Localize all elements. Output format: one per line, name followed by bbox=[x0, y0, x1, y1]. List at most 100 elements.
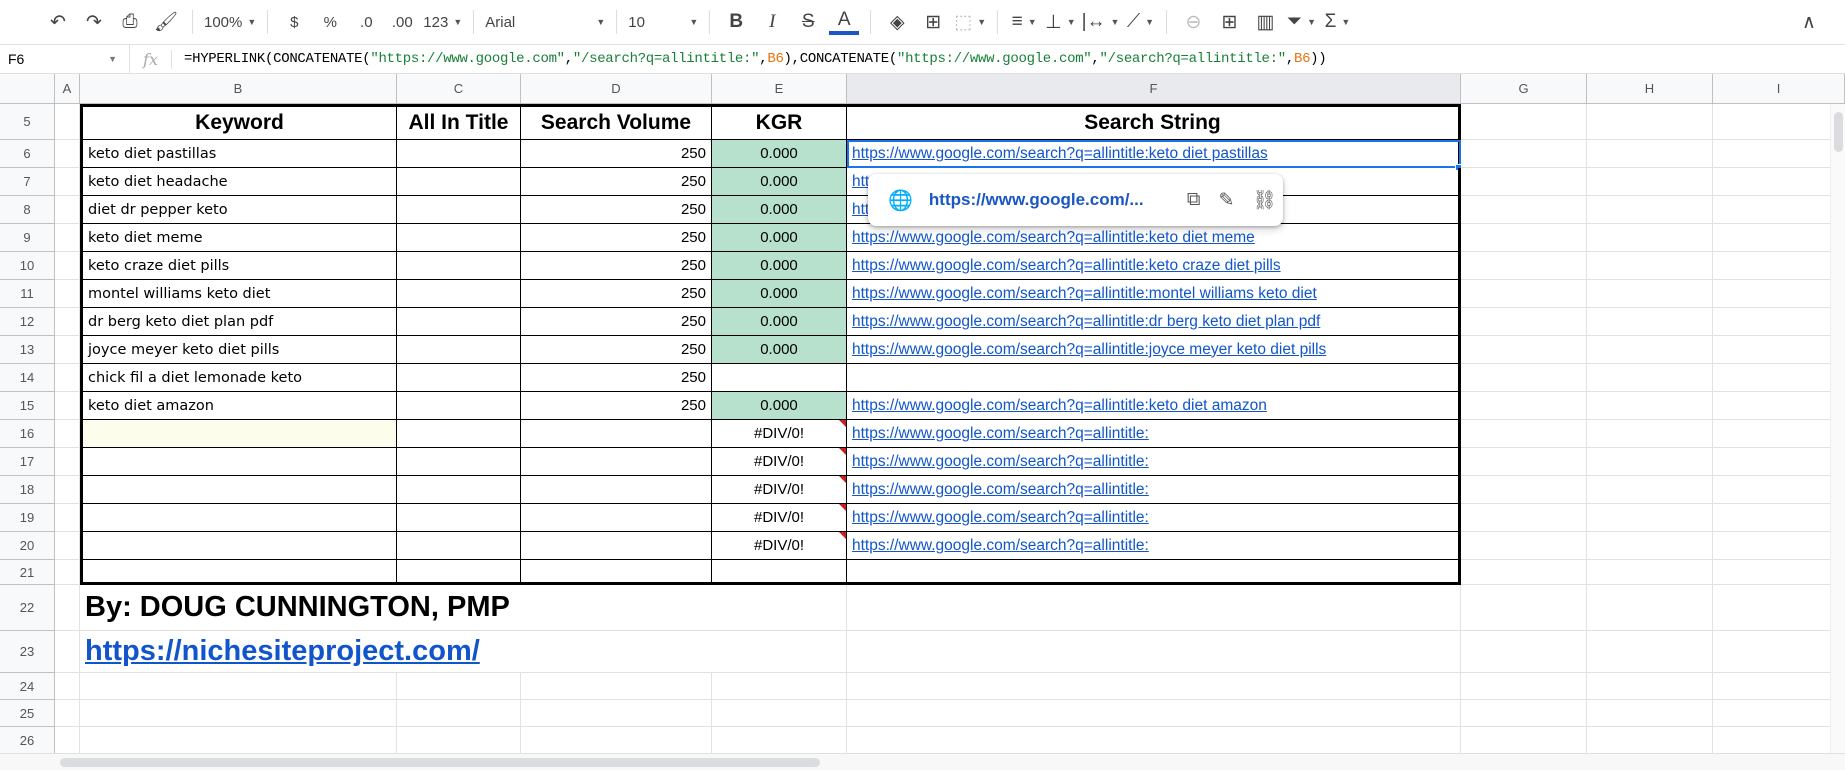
cell[interactable] bbox=[397, 727, 521, 753]
kgr-cell[interactable]: 0.000 bbox=[712, 196, 847, 224]
row-header[interactable]: 6 bbox=[0, 140, 55, 168]
row-header[interactable]: 9 bbox=[0, 224, 55, 252]
cell[interactable] bbox=[397, 631, 521, 673]
keyword-cell[interactable]: diet dr pepper keto bbox=[80, 196, 397, 224]
cell[interactable] bbox=[1461, 727, 1587, 753]
cell[interactable] bbox=[712, 727, 847, 753]
cell[interactable] bbox=[712, 585, 847, 631]
row-header[interactable]: 19 bbox=[0, 504, 55, 532]
kgr-cell[interactable]: 0.000 bbox=[712, 224, 847, 252]
keyword-cell[interactable] bbox=[80, 420, 397, 448]
search-volume-cell[interactable] bbox=[521, 560, 712, 585]
cell[interactable] bbox=[55, 364, 80, 392]
column-header-f[interactable]: F bbox=[847, 74, 1461, 104]
table-header-search[interactable]: Search String bbox=[847, 104, 1461, 140]
zoom-select[interactable]: 100% ▼ bbox=[204, 7, 256, 37]
cell[interactable] bbox=[1713, 364, 1845, 392]
search-volume-cell[interactable]: 250 bbox=[521, 392, 712, 420]
cell[interactable] bbox=[55, 392, 80, 420]
percent-button[interactable]: % bbox=[315, 7, 345, 37]
merge-cells-icon[interactable]: ⬚ ▼ bbox=[954, 7, 986, 37]
search-link[interactable]: https://www.google.com/search?q=allintit… bbox=[852, 229, 1255, 247]
cell[interactable] bbox=[1461, 504, 1587, 532]
cell[interactable] bbox=[1713, 140, 1845, 168]
cell[interactable] bbox=[1461, 252, 1587, 280]
row-header[interactable]: 14 bbox=[0, 364, 55, 392]
cell[interactable] bbox=[1713, 532, 1845, 560]
search-link[interactable]: https://www.google.com/search?q=allintit… bbox=[852, 509, 1149, 527]
keyword-cell[interactable]: dr berg keto diet plan pdf bbox=[80, 308, 397, 336]
search-volume-cell[interactable]: 250 bbox=[521, 224, 712, 252]
vertical-scrollbar[interactable] bbox=[1830, 104, 1845, 753]
kgr-cell[interactable]: 0.000 bbox=[712, 392, 847, 420]
search-link[interactable]: https://www.google.com/search?q=allintit… bbox=[852, 285, 1317, 303]
cell[interactable] bbox=[55, 252, 80, 280]
row-header[interactable]: 17 bbox=[0, 448, 55, 476]
column-header-g[interactable]: G bbox=[1461, 74, 1587, 104]
cell[interactable] bbox=[55, 224, 80, 252]
kgr-cell[interactable] bbox=[712, 560, 847, 585]
cell[interactable] bbox=[1587, 560, 1713, 585]
select-all-corner[interactable] bbox=[0, 74, 55, 104]
cell[interactable] bbox=[1713, 727, 1845, 753]
cell[interactable] bbox=[1461, 104, 1587, 140]
cell[interactable] bbox=[521, 673, 712, 700]
cell[interactable] bbox=[1587, 532, 1713, 560]
row-header[interactable]: 11 bbox=[0, 280, 55, 308]
kgr-cell[interactable]: #DIV/0! bbox=[712, 532, 847, 560]
search-string-cell[interactable]: https://www.google.com/search?q=allintit… bbox=[847, 252, 1461, 280]
strikethrough-button[interactable]: S bbox=[793, 7, 823, 37]
cell[interactable] bbox=[1461, 476, 1587, 504]
cell[interactable] bbox=[521, 631, 712, 673]
cell[interactable] bbox=[1461, 631, 1587, 673]
search-link[interactable]: https://www.google.com/search?q=allintit… bbox=[852, 425, 1149, 443]
cell[interactable] bbox=[55, 532, 80, 560]
cell[interactable] bbox=[1461, 364, 1587, 392]
all-in-title-cell[interactable] bbox=[397, 252, 521, 280]
kgr-cell[interactable]: #DIV/0! bbox=[712, 504, 847, 532]
cell[interactable] bbox=[521, 700, 712, 727]
cell[interactable] bbox=[1713, 168, 1845, 196]
cell[interactable] bbox=[847, 631, 1461, 673]
cell[interactable] bbox=[1461, 168, 1587, 196]
search-volume-cell[interactable]: 250 bbox=[521, 196, 712, 224]
search-volume-cell[interactable]: 250 bbox=[521, 364, 712, 392]
cell[interactable] bbox=[1713, 252, 1845, 280]
cell[interactable] bbox=[1461, 224, 1587, 252]
row-header[interactable]: 7 bbox=[0, 168, 55, 196]
all-in-title-cell[interactable] bbox=[397, 224, 521, 252]
cell[interactable] bbox=[1713, 308, 1845, 336]
cell[interactable] bbox=[1713, 448, 1845, 476]
kgr-cell[interactable]: 0.000 bbox=[712, 280, 847, 308]
row-header[interactable]: 26 bbox=[0, 727, 55, 753]
cell[interactable] bbox=[55, 104, 80, 140]
search-string-cell[interactable]: https://www.google.com/search?q=allintit… bbox=[847, 140, 1462, 171]
search-volume-cell[interactable]: 250 bbox=[521, 308, 712, 336]
paint-format-icon[interactable]: 🖌 bbox=[151, 7, 181, 37]
cell[interactable] bbox=[1713, 504, 1845, 532]
site-link-cell[interactable]: https://nichesiteproject.com/ bbox=[80, 631, 480, 673]
column-header-h[interactable]: H bbox=[1587, 74, 1713, 104]
cell[interactable] bbox=[1587, 476, 1713, 504]
search-string-cell[interactable]: https://www.google.com/search?q=allintit… bbox=[847, 504, 1461, 532]
cell[interactable] bbox=[55, 168, 80, 196]
cell[interactable] bbox=[521, 727, 712, 753]
cell[interactable] bbox=[1713, 420, 1845, 448]
column-header-e[interactable]: E bbox=[712, 74, 847, 104]
cell[interactable] bbox=[1587, 727, 1713, 753]
cell[interactable] bbox=[1713, 700, 1845, 727]
kgr-cell[interactable]: 0.000 bbox=[712, 308, 847, 336]
cell[interactable] bbox=[1713, 392, 1845, 420]
functions-button[interactable]: Σ ▼ bbox=[1322, 7, 1352, 37]
all-in-title-cell[interactable] bbox=[397, 196, 521, 224]
cell[interactable] bbox=[1587, 168, 1713, 196]
cell[interactable] bbox=[1713, 196, 1845, 224]
keyword-cell[interactable] bbox=[80, 504, 397, 532]
redo-icon[interactable]: ↷ bbox=[79, 7, 109, 37]
keyword-cell[interactable]: montel williams keto diet bbox=[80, 280, 397, 308]
insert-comment-icon[interactable]: ⊞ bbox=[1214, 7, 1244, 37]
cell[interactable] bbox=[847, 727, 1461, 753]
edit-link-icon[interactable]: ✎ bbox=[1218, 189, 1234, 212]
cell[interactable] bbox=[80, 700, 397, 727]
all-in-title-cell[interactable] bbox=[397, 504, 521, 532]
